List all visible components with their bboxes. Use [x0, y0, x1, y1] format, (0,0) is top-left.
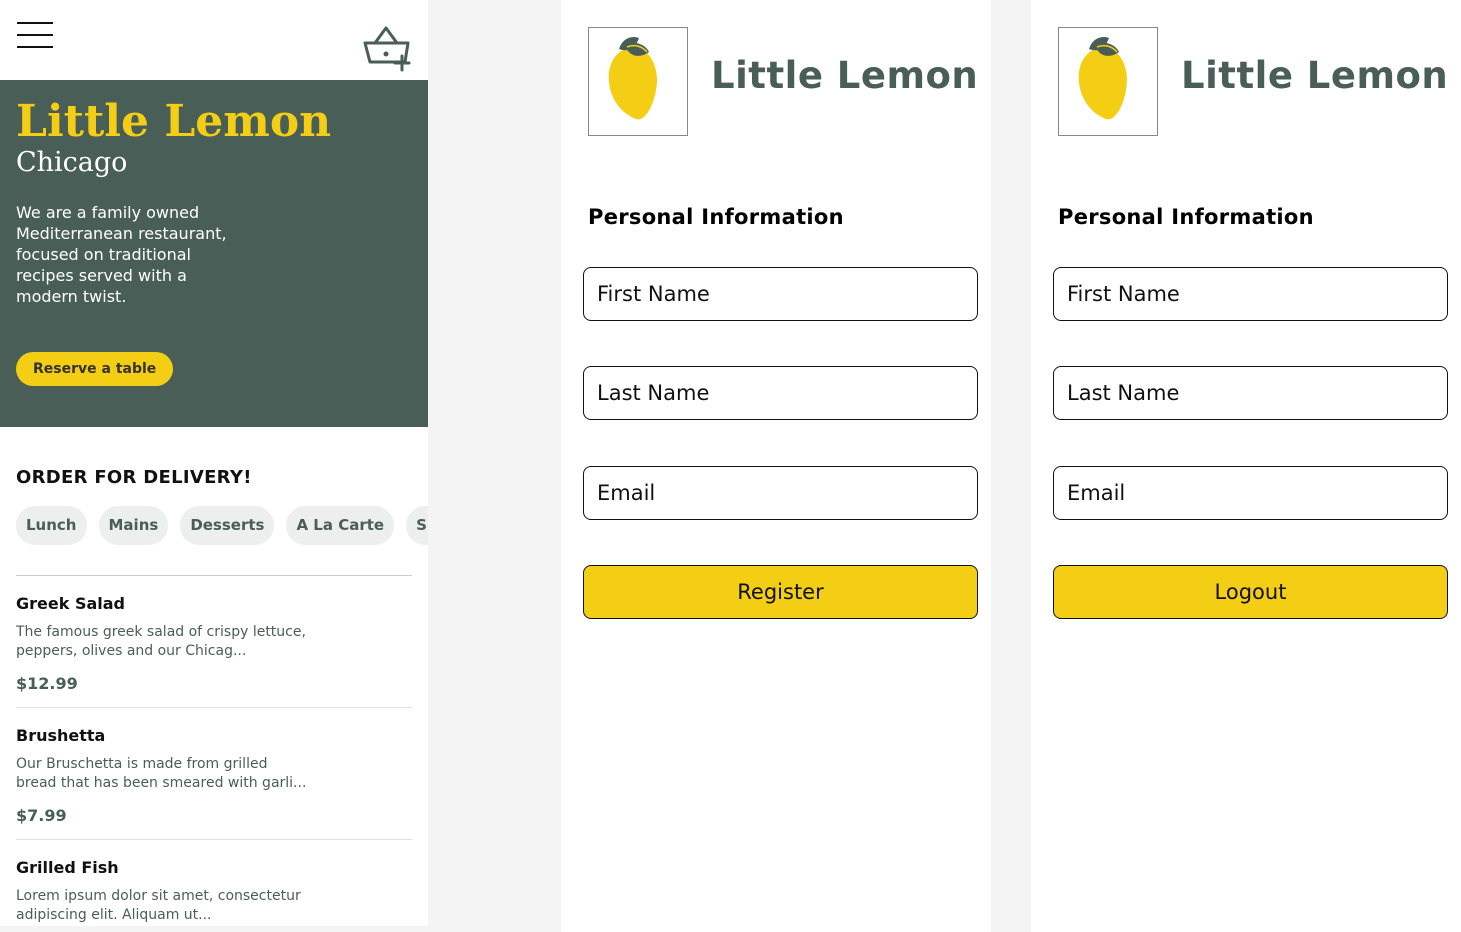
- register-button[interactable]: Register: [583, 565, 978, 619]
- category-chip-lunch[interactable]: Lunch: [16, 506, 87, 545]
- lemon-logo: [588, 27, 688, 136]
- personal-info-heading: Personal Information: [588, 205, 844, 229]
- email-field[interactable]: [1053, 466, 1448, 520]
- brand-name: Little Lemon: [711, 54, 979, 97]
- menu-item-description: Lorem ipsum dolor sit amet, consectetur …: [16, 888, 301, 923]
- menu-item-name: Brushetta: [16, 726, 106, 745]
- home-screen: Little Lemon Chicago We are a family own…: [0, 0, 428, 926]
- menu-item-name: Greek Salad: [16, 594, 125, 613]
- register-screen: Little Lemon Personal Information Regist…: [561, 0, 991, 932]
- menu-item-price: $7.99: [16, 806, 67, 825]
- lemon-logo-icon: [1078, 37, 1128, 120]
- menu-item[interactable]: Greek Salad The famous greek salad of cr…: [16, 576, 412, 708]
- profile-screen: Little Lemon Personal Information Logout: [1031, 0, 1461, 932]
- logout-button[interactable]: Logout: [1053, 565, 1448, 619]
- menu-item-description: The famous greek salad of crispy lettuce…: [16, 624, 306, 659]
- menu-item-price: $12.99: [16, 674, 78, 693]
- lemon-logo: [1058, 27, 1158, 136]
- home-top-bar: [0, 0, 428, 80]
- category-chip-specials[interactable]: Specials: [406, 506, 428, 545]
- hero-title: Little Lemon: [16, 96, 332, 147]
- brand-name: Little Lemon: [1181, 54, 1449, 97]
- hamburger-menu-icon[interactable]: [17, 22, 53, 48]
- hero-banner: Little Lemon Chicago We are a family own…: [0, 80, 428, 427]
- email-field[interactable]: [583, 466, 978, 520]
- menu-item-name: Grilled Fish: [16, 858, 119, 877]
- hero-subtitle: Chicago: [16, 147, 128, 178]
- menu-item[interactable]: Grilled Fish Lorem ipsum dolor sit amet,…: [16, 840, 412, 926]
- lemon-logo-icon: [608, 37, 658, 120]
- last-name-field[interactable]: [1053, 366, 1448, 420]
- category-chip-mains[interactable]: Mains: [98, 506, 169, 545]
- personal-info-heading: Personal Information: [1058, 205, 1314, 229]
- menu-list: Greek Salad The famous greek salad of cr…: [16, 575, 412, 926]
- basket-add-icon[interactable]: [362, 24, 412, 72]
- order-delivery-heading: ORDER FOR DELIVERY!: [16, 467, 252, 488]
- reserve-table-button[interactable]: Reserve a table: [16, 352, 174, 386]
- category-chip-desserts[interactable]: Desserts: [180, 506, 275, 545]
- category-chip-a-la-carte[interactable]: A La Carte: [286, 506, 395, 545]
- last-name-field[interactable]: [583, 366, 978, 420]
- category-chips: Lunch Mains Desserts A La Carte Specials: [16, 506, 428, 545]
- hero-description: We are a family owned Mediterranean rest…: [16, 203, 227, 306]
- first-name-field[interactable]: [1053, 267, 1448, 321]
- menu-item-description: Our Bruschetta is made from grilled brea…: [16, 756, 307, 791]
- first-name-field[interactable]: [583, 267, 978, 321]
- menu-item[interactable]: Brushetta Our Bruschetta is made from gr…: [16, 708, 412, 840]
